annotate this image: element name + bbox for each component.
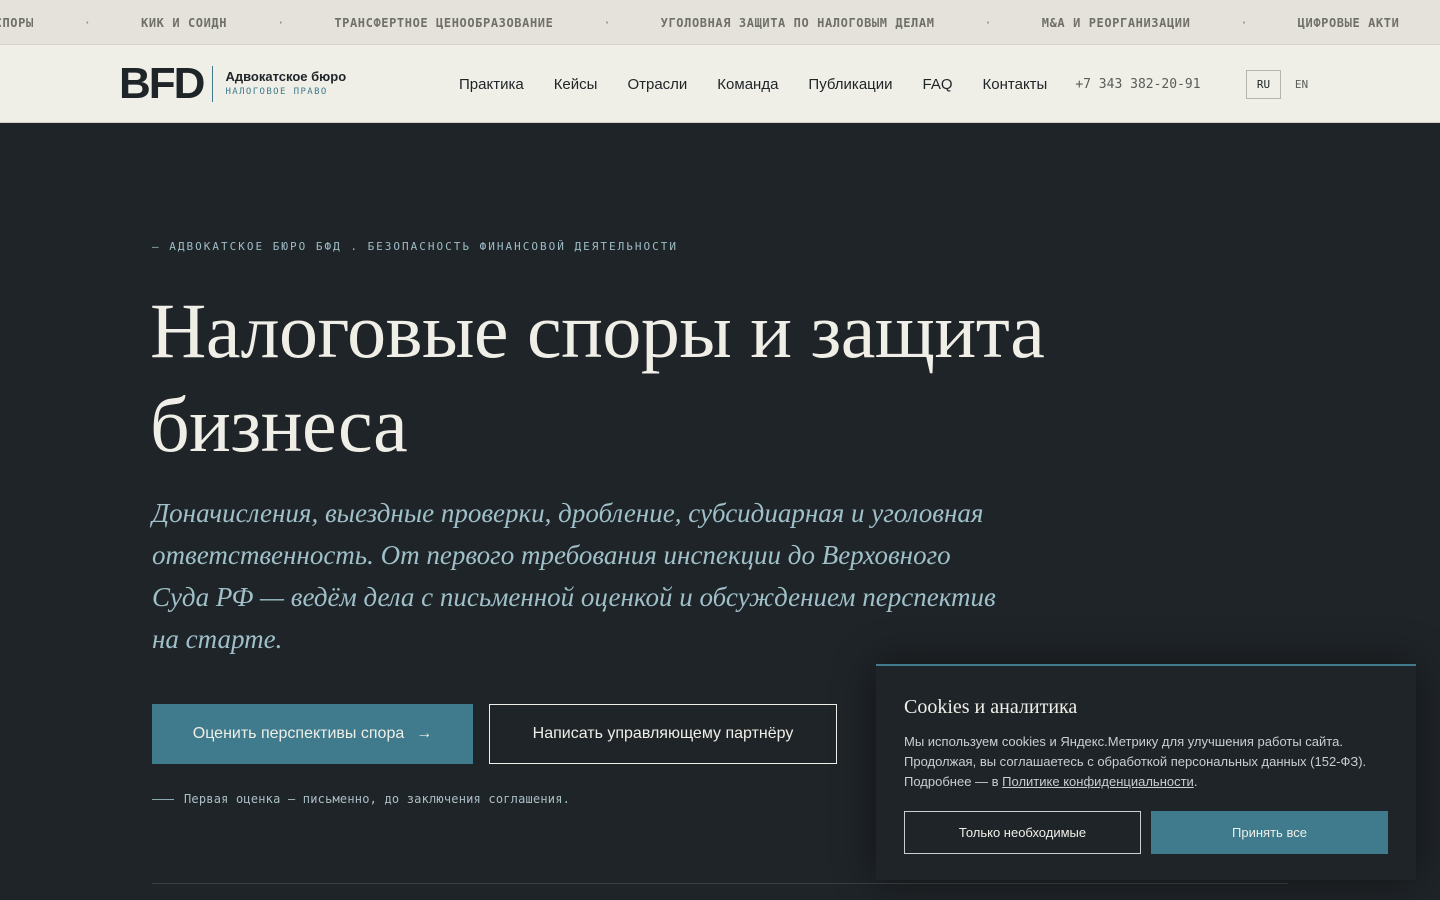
cookie-title: Cookies и аналитика <box>904 696 1078 718</box>
ticker-separator: · <box>984 15 992 30</box>
ticker-separator: · <box>1240 15 1248 30</box>
logo-mark: BFD <box>119 59 205 108</box>
hero-eyebrow: — АДВОКАТСКОЕ БЮРО БФД . БЕЗОПАСНОСТЬ ФИ… <box>152 240 678 253</box>
lang-en-button[interactable]: EN <box>1284 70 1319 99</box>
logo-subtitle: НАЛОГОВОЕ ПРАВО <box>225 87 328 97</box>
ticker-item: УГОЛОВНАЯ ЗАЩИТА ПО НАЛОГОВЫМ ДЕЛАМ <box>660 15 935 30</box>
main-nav: Практика Кейсы Отрасли Команда Публикаци… <box>459 45 1201 123</box>
ticker-item: M&A И РЕОРГАНИЗАЦИИ <box>1041 15 1191 30</box>
nav-link-cases[interactable]: Кейсы <box>554 76 598 93</box>
ticker-item: Е СПОРЫ <box>0 15 34 30</box>
ticker-separator: · <box>603 15 611 30</box>
assess-dispute-label: Оценить перспективы спора <box>192 725 405 742</box>
ticker-separator: · <box>83 15 92 30</box>
cookie-accept-all-button[interactable]: Принять все <box>1151 811 1388 854</box>
nav-link-team[interactable]: Команда <box>717 76 778 93</box>
ticker-separator: · <box>277 15 285 30</box>
logo-text: Адвокатское бюро НАЛОГОВОЕ ПРАВО <box>225 69 346 99</box>
cookie-text: Мы используем cookies и Яндекс.Метрику д… <box>904 732 1374 792</box>
note-line <box>152 798 174 800</box>
hero-note: Первая оценка — письменно, до заключения… <box>152 792 570 806</box>
hero-lead: Доначисления, выездные проверки, дроблен… <box>152 498 996 654</box>
assess-dispute-button[interactable]: Оценить перспективы спора → <box>152 704 473 764</box>
cookie-banner: Cookies и аналитика Мы используем cookie… <box>876 664 1416 880</box>
ticker-bar: Е СПОРЫ · КИК И СОИДН · ТРАНСФЕРТНОЕ ЦЕН… <box>0 0 1440 45</box>
note-text: Первая оценка — письменно, до заключения… <box>184 792 571 806</box>
hero-title: Налоговые споры и защита бизнеса <box>150 287 1045 468</box>
logo[interactable]: BFD Адвокатское бюро НАЛОГОВОЕ ПРАВО <box>119 59 346 108</box>
nav-link-industries[interactable]: Отрасли <box>627 76 687 93</box>
logo-title: Адвокатское бюро <box>225 69 347 84</box>
section-divider <box>152 883 1288 884</box>
privacy-policy-link[interactable]: Политике конфиденциальности <box>1002 774 1194 789</box>
ticker-item: ЦИФРОВЫЕ АКТИ <box>1297 15 1400 30</box>
nav-link-contacts[interactable]: Контакты <box>983 76 1048 93</box>
nav-link-practice[interactable]: Практика <box>459 76 524 93</box>
cookie-necessary-button[interactable]: Только необходимые <box>904 811 1141 854</box>
cookie-text-end: . <box>1193 774 1198 789</box>
arrow-right-icon: → <box>416 725 433 742</box>
site-header: BFD Адвокатское бюро НАЛОГОВОЕ ПРАВО Пра… <box>0 45 1440 123</box>
write-partner-button[interactable]: Написать управляющему партнёру <box>489 704 837 764</box>
phone-link[interactable]: +7 343 382-20-91 <box>1075 77 1200 92</box>
lang-ru-button[interactable]: RU <box>1246 70 1281 99</box>
ticker-track: Е СПОРЫ · КИК И СОИДН · ТРАНСФЕРТНОЕ ЦЕН… <box>0 0 1400 44</box>
ticker-item: КИК И СОИДН <box>141 15 228 30</box>
nav-link-publications[interactable]: Публикации <box>808 76 892 93</box>
nav-link-faq[interactable]: FAQ <box>923 76 953 93</box>
logo-divider <box>212 66 214 102</box>
write-partner-label: Написать управляющему партнёру <box>532 725 794 742</box>
ticker-item: ТРАНСФЕРТНОЕ ЦЕНООБРАЗОВАНИЕ <box>334 15 554 30</box>
